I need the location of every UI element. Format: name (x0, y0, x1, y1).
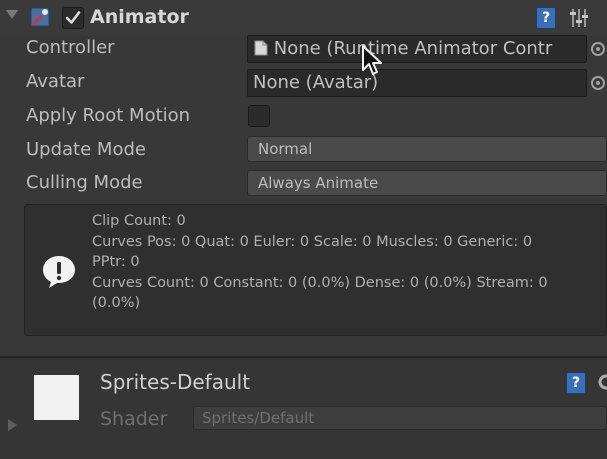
material-name: Sprites-Default (100, 370, 251, 394)
gear-icon[interactable] (596, 372, 607, 392)
component-enabled-checkbox[interactable] (62, 7, 84, 29)
avatar-value: None (Avatar) (253, 72, 379, 93)
mouse-cursor-icon (362, 45, 382, 75)
help-icon[interactable]: ? (566, 372, 586, 394)
info-line: PPtr: 0 (92, 254, 140, 270)
object-picker-icon[interactable] (589, 40, 607, 58)
controller-object-field[interactable]: None (Runtime Animator Contr (247, 35, 587, 63)
info-alert-icon (43, 256, 75, 288)
culling-mode-value: Always Animate (258, 174, 379, 192)
shader-dropdown[interactable]: Sprites/Default (193, 406, 607, 430)
shader-value: Sprites/Default (202, 409, 315, 427)
material-foldout-arrow-icon[interactable] (8, 419, 17, 431)
shader-label: Shader (100, 408, 168, 430)
apply-root-motion-label: Apply Root Motion (26, 105, 191, 126)
info-line: Curves Count: 0 Constant: 0 (0.0%) Dense… (92, 274, 548, 291)
settings-sliders-icon[interactable] (568, 6, 590, 30)
avatar-label: Avatar (26, 71, 85, 92)
info-line: Curves Pos: 0 Quat: 0 Euler: 0 Scale: 0 … (92, 233, 533, 250)
animator-component-icon (30, 7, 50, 27)
update-mode-dropdown[interactable]: Normal (247, 136, 607, 162)
document-icon (254, 40, 268, 56)
apply-root-motion-checkbox[interactable] (248, 105, 270, 127)
controller-value: None (Runtime Animator Contr (273, 38, 553, 59)
checkmark-icon (65, 11, 81, 24)
update-mode-value: Normal (258, 140, 313, 158)
culling-mode-dropdown[interactable]: Always Animate (247, 170, 607, 196)
foldout-arrow-icon[interactable] (6, 10, 18, 19)
info-text: Clip Count: 0 Curves Pos: 0 Quat: 0 Eule… (92, 211, 607, 314)
culling-mode-label: Culling Mode (26, 172, 143, 193)
object-picker-icon[interactable] (589, 74, 607, 92)
help-icon[interactable]: ? (536, 7, 556, 29)
component-title: Animator (90, 6, 189, 28)
info-line: (0.0%) (92, 295, 141, 311)
avatar-object-field[interactable]: None (Avatar) (247, 69, 587, 97)
info-line: Clip Count: 0 (92, 213, 186, 229)
update-mode-label: Update Mode (26, 139, 146, 160)
controller-label: Controller (26, 37, 115, 58)
material-preview-swatch (34, 375, 79, 420)
